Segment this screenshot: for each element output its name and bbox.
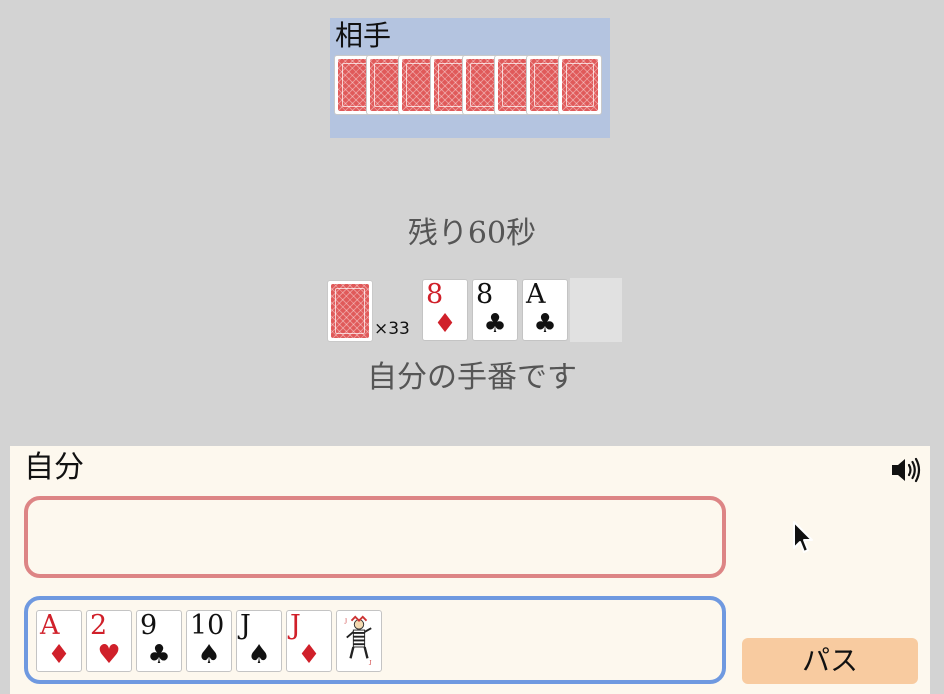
pass-button[interactable]: パス bbox=[742, 638, 918, 684]
hand-card[interactable]: 10 ♠ bbox=[186, 610, 232, 672]
joker-icon: JJ bbox=[344, 615, 372, 666]
hand-card-joker[interactable]: JJ bbox=[336, 610, 382, 672]
card-rank: A bbox=[40, 610, 60, 641]
hand-card[interactable]: J ♠ bbox=[236, 610, 282, 672]
opponent-hand bbox=[334, 55, 606, 117]
selected-cards-area[interactable] bbox=[24, 496, 726, 578]
card-rank: J bbox=[290, 610, 301, 641]
opponent-label: 相手 bbox=[335, 19, 392, 52]
card-suit-icon: ♦ bbox=[47, 640, 71, 670]
field-card: 8 ♦ bbox=[422, 279, 468, 341]
card-rank: 2 bbox=[90, 610, 108, 641]
player-area: 自分 A ♦ 2 ♥ 9 ♣ 10 ♠ J ♠ J ♦ J J パス bbox=[10, 446, 930, 694]
card-rank: J bbox=[240, 610, 251, 641]
svg-text:J: J bbox=[344, 619, 347, 625]
hand-card[interactable]: 2 ♥ bbox=[86, 610, 132, 672]
card-suit-icon: ♥ bbox=[97, 640, 121, 670]
deck-count: ×33 bbox=[374, 319, 410, 339]
opponent-card-back bbox=[558, 55, 602, 115]
timer-text: 残り60秒 bbox=[407, 216, 537, 251]
card-suit-icon: ♣ bbox=[147, 640, 171, 670]
hand-card[interactable]: J ♦ bbox=[286, 610, 332, 672]
card-suit-icon: ♣ bbox=[533, 309, 557, 339]
card-rank: 8 bbox=[476, 279, 494, 310]
card-rank: 10 bbox=[190, 610, 225, 641]
opponent-area: 相手 bbox=[330, 18, 610, 138]
field-card: 8 ♣ bbox=[472, 279, 518, 341]
card-rank: 8 bbox=[426, 279, 444, 310]
draw-pile[interactable] bbox=[327, 280, 373, 342]
card-suit-icon: ♣ bbox=[483, 309, 507, 339]
mouse-cursor-icon bbox=[792, 520, 816, 556]
card-suit-icon: ♦ bbox=[433, 309, 457, 339]
hand-card[interactable]: A ♦ bbox=[36, 610, 82, 672]
card-back bbox=[327, 280, 373, 342]
card-suit-icon: ♠ bbox=[197, 640, 221, 670]
card-suit-icon: ♦ bbox=[297, 640, 321, 670]
hand-card[interactable]: 9 ♣ bbox=[136, 610, 182, 672]
game-screen: 相手 残り60秒 ×33 8 ♦ 8 ♣ A ♣ 自分の手番です 自分 A ♦ 2 ♥ 9 ♣ 10 ♠… bbox=[0, 0, 944, 694]
card-rank: A bbox=[526, 279, 546, 310]
svg-text:J: J bbox=[368, 660, 371, 666]
card-rank: 9 bbox=[140, 610, 158, 641]
field-card: A ♣ bbox=[522, 279, 568, 341]
player-label: 自分 bbox=[24, 450, 84, 485]
field-empty-slot bbox=[570, 278, 622, 342]
card-suit-icon: ♠ bbox=[247, 640, 271, 670]
player-hand: A ♦ 2 ♥ 9 ♣ 10 ♠ J ♠ J ♦ J J bbox=[24, 596, 726, 684]
speaker-volume-icon[interactable] bbox=[890, 456, 922, 484]
turn-status: 自分の手番です bbox=[367, 360, 577, 395]
